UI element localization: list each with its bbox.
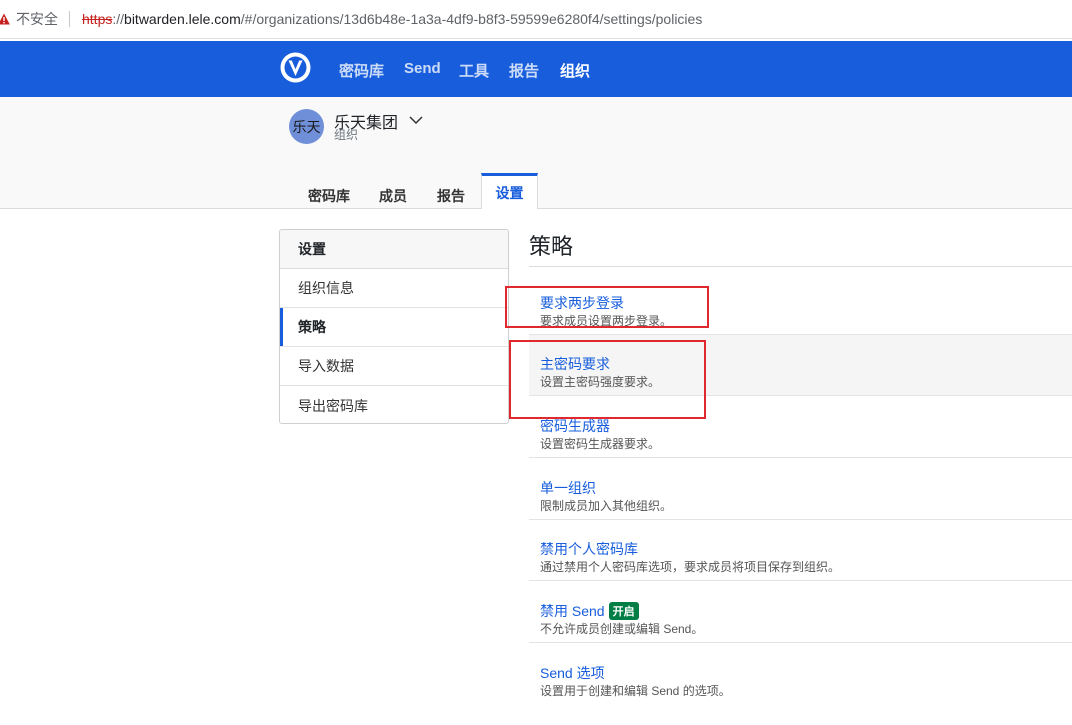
sidebar-item-org-info[interactable]: 组织信息 — [280, 269, 508, 308]
org-header: 乐天 乐天集团 组织 密码库 成员 报告 设置 — [0, 97, 1072, 209]
settings-sidebar: 设置 组织信息 策略 导入数据 导出密码库 — [279, 229, 509, 424]
policy-description: 限制成员加入其他组织。 — [540, 499, 673, 513]
policy-row-single-org: 单一组织 限制成员加入其他组织。 — [529, 459, 1072, 520]
url-scheme: https — [82, 11, 113, 27]
policy-row-two-step: 要求两步登录 要求成员设置两步登录。 — [529, 274, 1072, 335]
sidebar-heading: 设置 — [280, 230, 508, 269]
policy-description: 要求成员设置两步登录。 — [540, 314, 673, 328]
tab-settings[interactable]: 设置 — [481, 173, 538, 209]
policy-link[interactable]: 禁用 Send — [540, 601, 605, 621]
nav-vault[interactable]: 密码库 — [339, 60, 384, 81]
policy-description: 设置主密码强度要求。 — [540, 375, 661, 389]
address-divider — [69, 11, 70, 27]
bitwarden-logo-icon[interactable] — [279, 51, 312, 84]
policy-link[interactable]: 要求两步登录 — [540, 293, 624, 313]
policy-row-password-generator: 密码生成器 设置密码生成器要求。 — [529, 397, 1072, 458]
policy-row-disable-send: 禁用 Send 开启 不允许成员创建或编辑 Send。 — [529, 582, 1072, 643]
org-subtitle: 组织 — [334, 128, 359, 142]
sidebar-item-policies[interactable]: 策略 — [280, 308, 508, 347]
sidebar-item-export[interactable]: 导出密码库 — [280, 386, 508, 423]
policy-row-send-options: Send 选项 设置用于创建和编辑 Send 的选项。 — [529, 644, 1072, 705]
policy-description: 设置用于创建和编辑 Send 的选项。 — [540, 684, 731, 698]
policy-description: 通过禁用个人密码库选项，要求成员将项目保存到组织。 — [540, 560, 841, 574]
url-host: bitwarden.lele.com — [124, 11, 241, 27]
enabled-badge: 开启 — [608, 602, 639, 620]
org-avatar: 乐天 — [289, 109, 324, 144]
title-divider — [529, 266, 1072, 267]
tab-vault[interactable]: 密码库 — [308, 186, 350, 206]
address-bar[interactable]: 不安全 https://bitwarden.lele.com/#/organiz… — [0, 0, 1072, 39]
nav-reports[interactable]: 报告 — [509, 60, 539, 81]
policy-link[interactable]: 单一组织 — [540, 478, 596, 498]
nav-organizations[interactable]: 组织 — [560, 60, 590, 81]
policy-description: 不允许成员创建或编辑 Send。 — [540, 622, 704, 636]
policy-description: 设置密码生成器要求。 — [540, 437, 661, 451]
policy-link[interactable]: 禁用个人密码库 — [540, 539, 638, 559]
policy-row-master-password: 主密码要求 设置主密码强度要求。 — [529, 335, 1072, 396]
tab-reports[interactable]: 报告 — [437, 186, 465, 206]
nav-send[interactable]: Send — [404, 60, 441, 77]
policy-link-with-badge[interactable]: 禁用 Send 开启 — [540, 601, 639, 621]
top-navbar: 密码库 Send 工具 报告 组织 — [0, 41, 1072, 97]
page-title: 策略 — [529, 234, 574, 259]
url-path: /#/organizations/13d6b48e-1a3a-4df9-b8f3… — [240, 11, 703, 27]
insecure-label: 不安全 — [16, 11, 58, 27]
url-separator: :// — [112, 11, 125, 27]
sidebar-item-import[interactable]: 导入数据 — [280, 347, 508, 386]
tab-members[interactable]: 成员 — [379, 186, 407, 206]
policy-link[interactable]: 密码生成器 — [540, 416, 610, 436]
warning-icon — [0, 12, 10, 26]
policy-link[interactable]: 主密码要求 — [540, 354, 610, 374]
policy-row-personal-vault: 禁用个人密码库 通过禁用个人密码库选项，要求成员将项目保存到组织。 — [529, 520, 1072, 581]
nav-tools[interactable]: 工具 — [459, 60, 489, 81]
chevron-down-icon[interactable] — [408, 113, 424, 125]
policy-link[interactable]: Send 选项 — [540, 663, 605, 683]
url-text[interactable]: https://bitwarden.lele.com/#/organizatio… — [82, 11, 702, 27]
